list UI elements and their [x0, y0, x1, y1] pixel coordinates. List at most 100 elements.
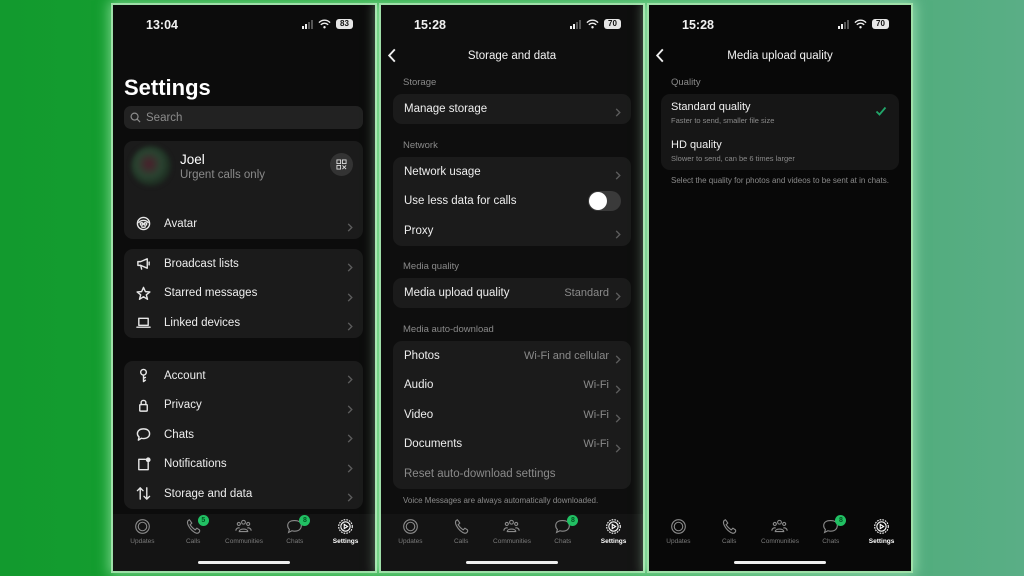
settings-item-storage-and-data[interactable]: Storage and data: [124, 479, 363, 509]
updates-icon: [402, 518, 419, 535]
settings-item-label: Notifications: [164, 458, 227, 471]
chevron-right-icon: [615, 167, 621, 176]
search-bar[interactable]: [124, 106, 363, 129]
chevron-right-icon: [347, 371, 353, 380]
signal-icon: [838, 19, 849, 29]
storage-and-data-screen: 15:28 70 Storage and data Storage Manage…: [381, 5, 643, 571]
settings-item-proxy[interactable]: Proxy: [393, 216, 631, 246]
search-icon: [130, 112, 141, 123]
tab-updates[interactable]: Updates: [653, 514, 704, 571]
settings-item-network-usage[interactable]: Network usage: [393, 157, 631, 187]
communities-icon: [771, 518, 788, 535]
status-time: 15:28: [682, 18, 714, 32]
settings-item-less-data-calls: Use less data for calls: [393, 187, 631, 217]
option-hd-quality[interactable]: HD quality Slower to send, can be 6 time…: [661, 132, 899, 170]
updates-icon: [670, 518, 687, 535]
settings-item-audio[interactable]: Audio Wi-Fi: [393, 371, 631, 401]
option-title: HD quality: [671, 139, 722, 151]
settings-item-starred-messages[interactable]: Starred messages: [124, 279, 363, 309]
section-header-network: Network: [403, 140, 438, 151]
option-subtitle: Faster to send, smaller file size: [671, 116, 775, 125]
home-indicator[interactable]: [466, 561, 558, 564]
battery-indicator: 70: [872, 19, 889, 29]
auto-download-group: Photos Wi-Fi and cellular Audio Wi-Fi Vi…: [393, 341, 631, 489]
profile-card: Joel Urgent calls only Avatar: [124, 141, 363, 239]
settings-item-notifications[interactable]: Notifications: [124, 450, 363, 480]
star-icon: [135, 285, 152, 302]
settings-item-chats[interactable]: Chats: [124, 420, 363, 450]
avatar[interactable]: [131, 146, 171, 186]
key-icon: [135, 367, 152, 384]
option-title: Standard quality: [671, 101, 751, 113]
calls-badge: 5: [197, 515, 209, 526]
settings-group-1: Broadcast lists Starred messages Linked …: [124, 249, 363, 338]
chats-badge: 8: [835, 515, 847, 526]
battery-indicator: 83: [336, 19, 353, 29]
quality-description: Select the quality for photos and videos…: [671, 176, 889, 185]
status-bar: 15:28 70: [381, 5, 643, 45]
chevron-right-icon: [347, 401, 353, 410]
settings-item-linked-devices[interactable]: Linked devices: [124, 308, 363, 338]
tab-label: Communities: [493, 538, 531, 545]
settings-item-label: Storage and data: [164, 487, 253, 500]
nav-title: Storage and data: [467, 50, 557, 62]
tab-label: Calls: [453, 538, 469, 545]
settings-item-broadcast-lists[interactable]: Broadcast lists: [124, 249, 363, 279]
megaphone-icon: [135, 255, 152, 272]
chevron-right-icon: [615, 351, 621, 360]
profile-status: Urgent calls only: [180, 169, 266, 181]
tab-settings[interactable]: Settings: [856, 514, 907, 571]
chevron-right-icon: [347, 259, 353, 268]
settings-screen: 13:04 83 Settings Joel Urgent calls only…: [113, 5, 375, 571]
tab-label: Communities: [225, 538, 263, 545]
media-upload-quality-screen: 15:28 70 Media upload quality Quality St…: [649, 5, 911, 571]
chevron-right-icon: [615, 381, 621, 390]
chevron-right-icon: [615, 288, 621, 297]
phone-icon: [453, 518, 470, 535]
tab-label: Communities: [761, 538, 799, 545]
home-indicator[interactable]: [198, 561, 290, 564]
tab-updates[interactable]: Updates: [117, 514, 168, 571]
chats-badge: 8: [299, 515, 311, 526]
tab-updates[interactable]: Updates: [385, 514, 436, 571]
settings-item-avatar[interactable]: Avatar: [124, 209, 363, 239]
laptop-icon: [135, 314, 152, 331]
settings-item-documents[interactable]: Documents Wi-Fi: [393, 430, 631, 460]
settings-group-2: Account Privacy Chats Notifications Stor…: [124, 361, 363, 509]
communities-icon: [503, 518, 520, 535]
settings-item-media-upload-quality[interactable]: Media upload quality Standard: [393, 278, 631, 308]
tab-settings[interactable]: Settings: [320, 514, 371, 571]
tab-label: Settings: [332, 538, 359, 545]
settings-item-privacy[interactable]: Privacy: [124, 391, 363, 421]
settings-item-video[interactable]: Video Wi-Fi: [393, 400, 631, 430]
avatar-face-icon: [135, 215, 152, 232]
settings-item-value: Standard: [564, 286, 609, 299]
tab-label: Updates: [398, 538, 423, 545]
status-time: 13:04: [146, 18, 178, 32]
wifi-icon: [318, 19, 331, 29]
profile-row[interactable]: Joel Urgent calls only: [124, 141, 363, 209]
wifi-icon: [854, 19, 867, 29]
qr-code-button[interactable]: [330, 153, 353, 176]
status-bar: 13:04 83: [113, 5, 375, 45]
tab-label: Updates: [130, 538, 155, 545]
battery-indicator: 70: [604, 19, 621, 29]
settings-item-account[interactable]: Account: [124, 361, 363, 391]
chevron-right-icon: [615, 104, 621, 113]
chevron-right-icon: [347, 219, 353, 228]
reset-auto-download-button[interactable]: Reset auto-download settings: [393, 459, 631, 489]
search-input[interactable]: [146, 111, 346, 124]
settings-item-label: Linked devices: [164, 316, 241, 329]
chevron-right-icon: [615, 226, 621, 235]
option-subtitle: Slower to send, can be 6 times larger: [671, 154, 795, 163]
tab-settings[interactable]: Settings: [588, 514, 639, 571]
less-data-toggle[interactable]: [588, 191, 621, 212]
settings-item-photos[interactable]: Photos Wi-Fi and cellular: [393, 341, 631, 371]
settings-item-label: Starred messages: [164, 287, 258, 300]
settings-item-manage-storage[interactable]: Manage storage: [393, 94, 631, 124]
option-standard-quality[interactable]: Standard quality Faster to send, smaller…: [661, 94, 899, 132]
home-indicator[interactable]: [734, 561, 826, 564]
settings-item-label: Photos: [404, 349, 440, 362]
settings-item-label: Media upload quality: [404, 286, 510, 299]
tab-label: Chats: [554, 538, 572, 545]
